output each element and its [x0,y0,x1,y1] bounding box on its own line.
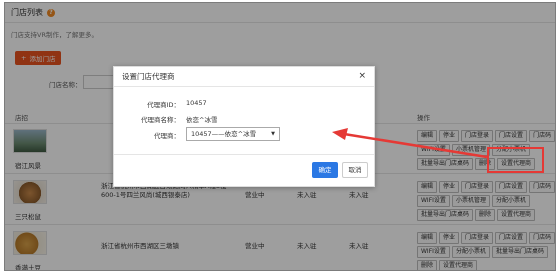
agent-select-label: 代理商： [154,132,180,140]
agent-id-value: 10457 [186,99,207,107]
set-agent-highlight [487,147,544,173]
agent-select[interactable]: 10457——依恋^冰雪 ▼ [186,127,280,141]
agent-name-label: 代理商名称： [141,116,180,124]
agent-id-label: 代理商ID： [147,101,180,109]
chevron-down-icon: ▼ [271,131,275,137]
dialog-header: 设置门店代理商 × [114,67,374,87]
dialog-title: 设置门店代理商 [122,72,175,81]
agent-name-value: 依恋^冰雪 [186,116,218,124]
close-icon[interactable]: × [358,71,366,81]
annotation-arrow-icon [332,128,488,159]
